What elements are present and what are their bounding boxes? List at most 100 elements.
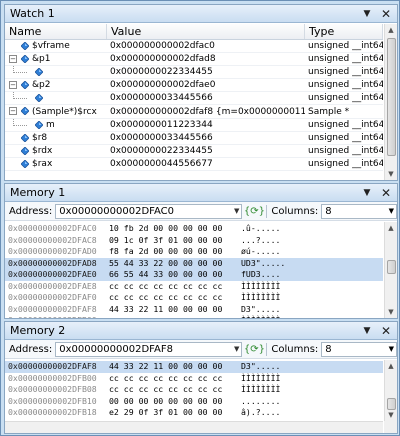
reevaluate-icon[interactable]: {⟳} <box>244 342 265 356</box>
watch-name[interactable]: &p2 <box>32 80 50 90</box>
memory-row[interactable]: 0x00000000002DFAF0 cc cc cc cc cc cc cc c… <box>5 292 383 304</box>
collapse-icon[interactable]: − <box>9 81 17 90</box>
memory-row[interactable]: 0x00000000002DFB00cc cc cc cc cc cc cc c… <box>5 315 383 318</box>
memory-ascii[interactable]: ........ <box>241 396 383 408</box>
memory-row[interactable]: 0x00000000002DFAD0 f8 fa 2d 00 00 00 00 0… <box>5 246 383 258</box>
memory-hex-bytes[interactable]: 00 00 00 00 00 00 00 00 <box>105 396 241 408</box>
memory-ascii[interactable]: ÌÌÌÌÌÌÌÌ <box>241 315 383 318</box>
memory1-vertical-scrollbar[interactable]: ▲ ▼ <box>384 222 397 318</box>
memory-ascii[interactable]: ÌÌÌÌÌÌÌÌ <box>241 384 383 396</box>
watch-name[interactable]: $vframe <box>32 41 70 51</box>
memory2-titlebar[interactable]: Memory 2 ▼ ✕ <box>5 322 397 340</box>
watch-value[interactable]: 0x000000000002dfaf8 {m=0x000000001122334… <box>107 107 305 117</box>
address-input[interactable]: 0x00000000002DFAC0 ▼ <box>55 203 243 219</box>
scroll-down-icon[interactable]: ▼ <box>385 168 397 180</box>
watch-titlebar[interactable]: Watch 1 ▼ ✕ <box>5 5 397 23</box>
scroll-up-icon[interactable]: ▲ <box>385 222 397 234</box>
address-input[interactable]: 0x00000000002DFAF8 ▼ <box>55 341 243 357</box>
column-header-name[interactable]: Name <box>5 24 107 39</box>
column-header-type[interactable]: Type <box>305 24 383 39</box>
memory-hex-bytes[interactable]: 44 33 22 11 00 00 00 00 <box>105 361 241 373</box>
memory-ascii[interactable]: .û-..... <box>241 223 383 235</box>
memory-row[interactable]: 0x00000000002DFAD8 55 44 33 22 00 00 00 0… <box>5 257 383 270</box>
dropdown-arrow-icon[interactable]: ▼ <box>359 185 375 201</box>
memory-hex-bytes[interactable]: 55 44 33 22 00 00 00 00 <box>105 258 241 270</box>
memory-hex-bytes[interactable]: cc cc cc cc cc cc cc cc <box>105 281 241 293</box>
watch-value[interactable]: 0x0000000044556677 <box>107 159 305 169</box>
memory2-vertical-scrollbar[interactable]: ▲ ▼ <box>384 360 397 421</box>
memory-ascii[interactable]: UD3"..... <box>241 258 383 270</box>
columns-select[interactable]: 8 ▼ <box>321 203 397 219</box>
watch-value[interactable]: 0x000000000002dfac0 <box>107 41 305 51</box>
memory-hex-bytes[interactable]: 10 fb 2d 00 00 00 00 00 <box>105 223 241 235</box>
watch-value[interactable]: 0x0000000011223344 <box>107 120 305 130</box>
memory-ascii[interactable]: D3"..... <box>241 304 383 316</box>
memory-row[interactable]: 0x00000000002DFAC0 10 fb 2d 00 00 00 00 0… <box>5 223 383 235</box>
watch-row[interactable]: $r8 0x0000000033445566 unsigned __int64 <box>5 132 383 145</box>
chevron-down-icon[interactable]: ▼ <box>389 205 394 218</box>
watch-row[interactable]: − (Sample*)$rcx 0x000000000002dfaf8 {m=0x0… <box>5 105 383 119</box>
memory-row[interactable]: 0x00000000002DFB00cc cc cc cc cc cc cc c… <box>5 373 383 385</box>
watch-row[interactable]: 0x0000000022334455 unsigned __int64 <box>5 66 383 80</box>
memory-row[interactable]: 0x00000000002DFB10 00 00 00 00 00 00 00 0… <box>5 396 383 408</box>
scrollbar-thumb[interactable] <box>387 38 396 156</box>
watch-value[interactable]: 0x0000000033445566 <box>107 133 305 143</box>
memory-row[interactable]: 0x00000000002DFB18 e2 29 0f 3f 01 00 00 0… <box>5 407 383 419</box>
memory-row[interactable]: 0x00000000002DFB08 cc cc cc cc cc cc cc c… <box>5 384 383 396</box>
memory-ascii[interactable]: ÌÌÌÌÌÌÌÌ <box>241 281 383 293</box>
memory-ascii[interactable]: øú-..... <box>241 246 383 258</box>
watch-row[interactable]: − &p2 0x000000000002dfae0 unsigned __int64 … <box>5 79 383 93</box>
memory-hex-bytes[interactable]: 66 55 44 33 00 00 00 00 <box>105 269 241 281</box>
memory-row[interactable]: 0x00000000002DFAE8 cc cc cc cc cc cc cc c… <box>5 281 383 293</box>
watch-value[interactable]: 0x0000000033445566 <box>107 93 305 103</box>
chevron-down-icon[interactable]: ▼ <box>234 345 239 353</box>
memory-ascii[interactable]: ÌÌÌÌÌÌÌÌ <box>241 373 383 385</box>
memory-hex-bytes[interactable]: cc cc cc cc cc cc cc cc <box>105 315 241 318</box>
scroll-down-icon[interactable]: ▼ <box>385 306 397 318</box>
reevaluate-icon[interactable]: {⟳} <box>244 204 265 218</box>
memory2-horizontal-scrollbar[interactable] <box>5 421 383 433</box>
chevron-down-icon[interactable]: ▼ <box>389 343 394 356</box>
watch-name[interactable]: $r8 <box>32 133 47 143</box>
chevron-down-icon[interactable]: ▼ <box>234 207 239 215</box>
watch-row[interactable]: 0x0000000033445566 unsigned __int64 <box>5 92 383 106</box>
watch-value[interactable]: 0x0000000022334455 <box>107 67 305 77</box>
scroll-up-icon[interactable]: ▲ <box>385 24 397 36</box>
memory-hex-bytes[interactable]: f8 fa 2d 00 00 00 00 00 <box>105 246 241 258</box>
memory-ascii[interactable]: â).?.... <box>241 407 383 419</box>
memory-hex-bytes[interactable]: cc cc cc cc cc cc cc cc <box>105 292 241 304</box>
watch-row[interactable]: $rdx 0x0000000022334455 unsigned __int64 <box>5 145 383 158</box>
watch-row[interactable]: $vframe 0x000000000002dfac0 unsigned __int… <box>5 40 383 54</box>
dropdown-arrow-icon[interactable]: ▼ <box>359 323 375 339</box>
scroll-up-icon[interactable]: ▲ <box>385 360 397 372</box>
memory-hex-bytes[interactable]: e2 29 0f 3f 01 00 00 00 <box>105 407 241 419</box>
watch-value[interactable]: 0x000000000002dfae0 <box>107 80 305 90</box>
scroll-down-icon[interactable]: ▼ <box>385 409 397 421</box>
close-icon[interactable]: ✕ <box>378 185 394 201</box>
column-header-value[interactable]: Value <box>107 24 305 39</box>
collapse-icon[interactable]: − <box>9 55 17 64</box>
memory-ascii[interactable]: ...?.... <box>241 235 383 247</box>
memory-row[interactable]: 0x00000000002DFAE0 66 55 44 33 00 00 00 0… <box>5 269 383 281</box>
memory-row[interactable]: 0x00000000002DFAC8 09 1c 0f 3f 01 00 00 0… <box>5 235 383 247</box>
watch-name[interactable]: $rdx <box>32 146 52 156</box>
memory-ascii[interactable]: D3"..... <box>241 361 383 373</box>
watch-row[interactable]: m 0x0000000011223344 unsigned __int64 <box>5 118 383 132</box>
memory1-titlebar[interactable]: Memory 1 ▼ ✕ <box>5 184 397 202</box>
watch-value[interactable]: 0x000000000002dfad8 <box>107 54 305 64</box>
memory-hex-bytes[interactable]: cc cc cc cc cc cc cc cc <box>105 373 241 385</box>
watch-name[interactable]: m <box>46 120 55 130</box>
watch-row[interactable]: $rax 0x0000000044556677 unsigned __int64 <box>5 158 383 171</box>
memory-hex-bytes[interactable]: 09 1c 0f 3f 01 00 00 00 <box>105 235 241 247</box>
close-icon[interactable]: ✕ <box>378 6 394 22</box>
watch-vertical-scrollbar[interactable]: ▲ ▼ <box>384 24 397 180</box>
memory-hex-bytes[interactable]: cc cc cc cc cc cc cc cc <box>105 384 241 396</box>
memory-row[interactable]: 0x00000000002DFAF8 44 33 22 11 00 00 00 0… <box>5 361 383 373</box>
watch-row[interactable]: − &p1 0x000000000002dfad8 unsigned __int64 … <box>5 53 383 67</box>
scrollbar-thumb[interactable] <box>387 260 396 274</box>
watch-value[interactable]: 0x0000000022334455 <box>107 146 305 156</box>
close-icon[interactable]: ✕ <box>378 323 394 339</box>
memory-row[interactable]: 0x00000000002DFAF8 44 33 22 11 00 00 00 0… <box>5 304 383 316</box>
watch-name[interactable]: &p1 <box>32 54 50 64</box>
memory-ascii[interactable]: ÌÌÌÌÌÌÌÌ <box>241 292 383 304</box>
